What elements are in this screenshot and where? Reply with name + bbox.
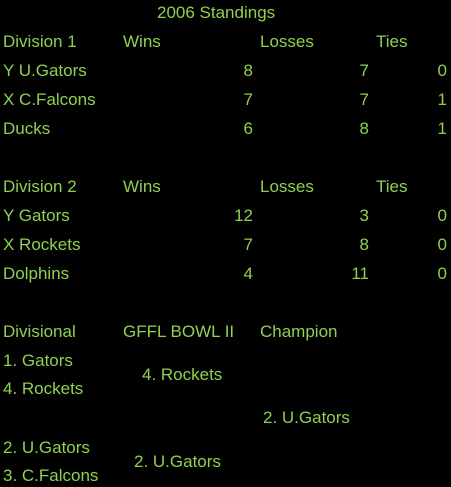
table-row-team: Dolphins [3, 264, 70, 283]
division1-label: Division 1 [3, 32, 77, 51]
table-row-team: X C.Falcons [3, 90, 96, 109]
division2-wins-header: Wins [123, 177, 161, 196]
table-row-wins: 12 [234, 206, 253, 225]
table-row-wins: 7 [243, 235, 253, 254]
bracket-entry: 2. U.Gators [3, 438, 90, 457]
division1-wins-header: Wins [123, 32, 161, 51]
division2-ties-header: Ties [376, 177, 408, 196]
bracket-entry: 3. C.Falcons [3, 466, 99, 485]
table-row-losses: 7 [359, 61, 369, 80]
table-row-losses: 3 [359, 206, 369, 225]
champion-entry: 2. U.Gators [263, 408, 350, 427]
bowl-header: GFFL BOWL II [123, 322, 235, 341]
table-row-losses: 8 [359, 119, 369, 138]
table-row-ties: 0 [437, 206, 447, 225]
bracket-entry: 1. Gators [3, 351, 73, 370]
table-row-ties: 1 [437, 119, 447, 138]
table-row-wins: 6 [243, 119, 253, 138]
divisional-header: Divisional [3, 322, 76, 341]
table-row-losses: 8 [359, 235, 369, 254]
bracket-winner: 4. Rockets [142, 365, 223, 384]
bracket-entry: 4. Rockets [3, 379, 84, 398]
table-row-team: Y Gators [3, 206, 70, 225]
table-row-losses: 11 [351, 264, 369, 283]
division1-ties-header: Ties [376, 32, 408, 51]
table-row-team: Y U.Gators [3, 61, 87, 80]
division2-losses-header: Losses [260, 177, 314, 196]
page-title: 2006 Standings [157, 3, 276, 22]
table-row-team: X Rockets [3, 235, 81, 254]
table-row-ties: 0 [437, 235, 447, 254]
table-row-ties: 1 [437, 90, 447, 109]
table-row-losses: 7 [359, 90, 369, 109]
division2-label: Division 2 [3, 177, 77, 196]
table-row-wins: 7 [243, 90, 253, 109]
table-row-ties: 0 [437, 61, 447, 80]
table-row-ties: 0 [437, 264, 447, 283]
division1-losses-header: Losses [260, 32, 314, 51]
table-row-wins: 4 [243, 264, 253, 283]
table-row-wins: 8 [243, 61, 253, 80]
table-row-team: Ducks [3, 119, 51, 138]
bracket-winner: 2. U.Gators [134, 452, 221, 471]
champion-header: Champion [260, 322, 338, 341]
